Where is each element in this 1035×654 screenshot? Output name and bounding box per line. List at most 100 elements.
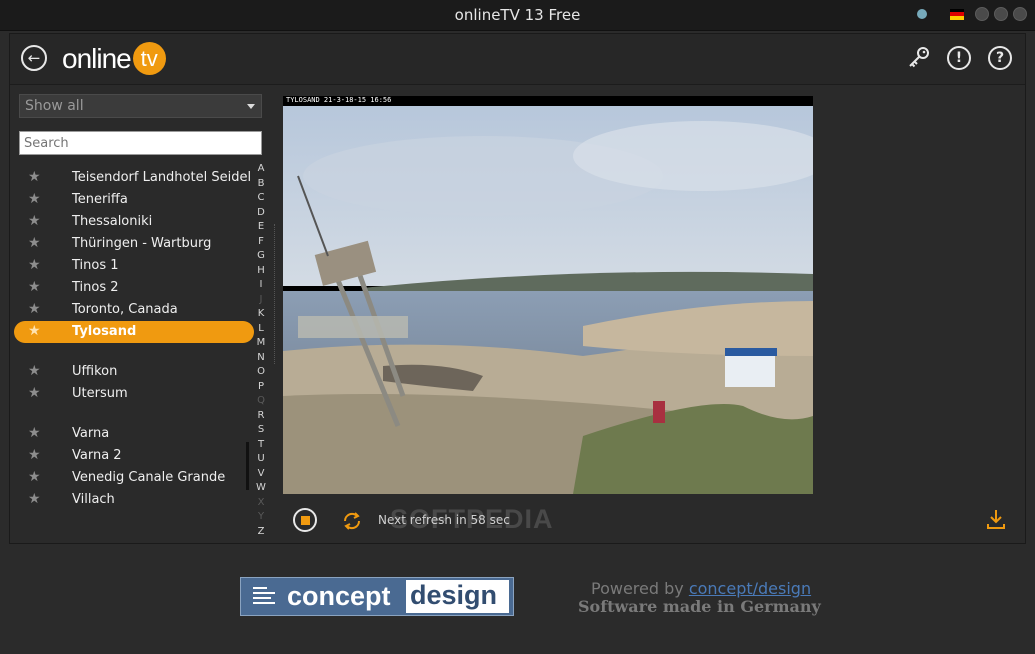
stop-button[interactable] bbox=[293, 508, 317, 532]
channel-name: Thüringen - Wartburg bbox=[72, 236, 212, 251]
help-button[interactable]: ? bbox=[988, 46, 1012, 70]
powered-prefix: Powered by bbox=[591, 579, 689, 598]
favorite-star-icon[interactable]: ★ bbox=[28, 447, 41, 463]
maximize-button[interactable] bbox=[994, 7, 1008, 21]
favorite-star-icon[interactable]: ★ bbox=[28, 363, 41, 379]
pin-icon[interactable] bbox=[917, 9, 927, 19]
alphabet-letter[interactable]: Z bbox=[255, 525, 267, 540]
favorite-star-icon[interactable]: ★ bbox=[28, 169, 41, 185]
channel-item[interactable]: ★ Thüringen - Wartburg bbox=[14, 233, 254, 255]
video-frame[interactable]: TYLOSAND 21-3-18-15 16:56 bbox=[283, 96, 813, 494]
channel-item[interactable]: ★ Tinos 2 bbox=[14, 277, 254, 299]
favorite-star-icon[interactable]: ★ bbox=[28, 213, 41, 229]
alphabet-letter[interactable]: Y bbox=[255, 510, 267, 525]
channel-name: Venedig Canale Grande bbox=[72, 470, 226, 485]
alphabet-letter[interactable]: X bbox=[255, 496, 267, 511]
german-flag-icon[interactable] bbox=[950, 8, 964, 20]
alphabet-letter[interactable]: O bbox=[255, 365, 267, 380]
alphabet-letter[interactable]: I bbox=[255, 278, 267, 293]
favorite-star-icon[interactable]: ★ bbox=[28, 425, 41, 441]
channel-item[interactable]: ★ Venedig Canale Grande bbox=[14, 467, 254, 489]
app-logo: online tv bbox=[62, 42, 166, 75]
channel-name: Utersum bbox=[72, 386, 128, 401]
filter-dropdown[interactable]: Show all bbox=[19, 94, 262, 118]
alphabet-letter[interactable]: U bbox=[255, 452, 267, 467]
arrow-left-icon: ← bbox=[27, 48, 41, 67]
favorite-star-icon[interactable]: ★ bbox=[28, 301, 41, 317]
favorite-star-icon[interactable]: ★ bbox=[28, 491, 41, 507]
minimize-button[interactable] bbox=[975, 7, 989, 21]
alphabet-letter[interactable]: G bbox=[255, 249, 267, 264]
channel-item[interactable]: ★ Villach bbox=[14, 489, 254, 511]
back-button[interactable]: ← bbox=[21, 45, 47, 71]
key-icon[interactable] bbox=[907, 45, 931, 69]
channel-name: Varna bbox=[72, 426, 110, 441]
alphabet-letter[interactable]: H bbox=[255, 264, 267, 279]
refresh-status: Next refresh in 58 sec bbox=[378, 513, 510, 527]
scrollbar-thumb[interactable] bbox=[246, 442, 249, 490]
logo-word-concept: concept bbox=[287, 581, 391, 611]
alphabet-index: ABCDEFGHIJKLMNOPQRSTUVWXYZ bbox=[255, 162, 267, 539]
channel-item[interactable]: ★ Utersum bbox=[14, 383, 254, 405]
alphabet-letter[interactable]: B bbox=[255, 177, 267, 192]
powered-by-line: Powered by concept/design bbox=[591, 579, 811, 598]
alphabet-letter[interactable]: V bbox=[255, 467, 267, 482]
alphabet-letter[interactable]: A bbox=[255, 162, 267, 177]
channel-name: Toronto, Canada bbox=[72, 302, 178, 317]
concept-design-link[interactable]: concept/design bbox=[689, 579, 811, 598]
alphabet-letter[interactable]: Q bbox=[255, 394, 267, 409]
alphabet-letter[interactable]: N bbox=[255, 351, 267, 366]
channel-item[interactable]: ★ Tinos 1 bbox=[14, 255, 254, 277]
chevron-down-icon bbox=[247, 104, 255, 109]
favorite-star-icon[interactable]: ★ bbox=[28, 469, 41, 485]
favorite-star-icon[interactable]: ★ bbox=[28, 235, 41, 251]
channel-item[interactable]: ★ Teneriffa bbox=[14, 189, 254, 211]
favorite-star-icon[interactable]: ★ bbox=[28, 323, 41, 339]
alphabet-letter[interactable]: W bbox=[255, 481, 267, 496]
channel-item[interactable]: ★ Teisendorf Landhotel Seidel bbox=[14, 167, 254, 189]
favorite-star-icon[interactable]: ★ bbox=[28, 279, 41, 295]
channel-name: Tylosand bbox=[72, 324, 137, 339]
alphabet-letter[interactable]: D bbox=[255, 206, 267, 221]
tagline: Software made in Germany bbox=[578, 597, 821, 616]
webcam-image bbox=[283, 96, 813, 494]
channel-name: Thessaloniki bbox=[72, 214, 153, 229]
channel-item[interactable]: ★ Thessaloniki bbox=[14, 211, 254, 233]
concept-design-logo[interactable]: concept design bbox=[240, 577, 514, 616]
alphabet-letter[interactable]: T bbox=[255, 438, 267, 453]
alphabet-letter[interactable]: M bbox=[255, 336, 267, 351]
favorite-star-icon[interactable]: ★ bbox=[28, 257, 41, 273]
alphabet-letter[interactable]: R bbox=[255, 409, 267, 424]
channel-name: Teisendorf Landhotel Seidel bbox=[72, 170, 252, 185]
alphabet-letter[interactable]: L bbox=[255, 322, 267, 337]
favorite-star-icon[interactable]: ★ bbox=[28, 385, 41, 401]
alphabet-letter[interactable]: K bbox=[255, 307, 267, 322]
scrollbar-track[interactable] bbox=[274, 224, 277, 364]
search-input[interactable] bbox=[19, 131, 262, 155]
info-button[interactable]: ! bbox=[947, 46, 971, 70]
filter-selected: Show all bbox=[25, 98, 84, 114]
close-button[interactable] bbox=[1013, 7, 1027, 21]
refresh-icon[interactable] bbox=[341, 510, 363, 532]
favorite-star-icon[interactable]: ★ bbox=[28, 191, 41, 207]
alphabet-letter[interactable]: C bbox=[255, 191, 267, 206]
channel-item[interactable]: ★ Uffikon bbox=[14, 361, 254, 383]
channel-name: Tinos 1 bbox=[72, 258, 119, 273]
question-icon: ? bbox=[995, 50, 1005, 66]
channel-item[interactable]: ★ Varna bbox=[14, 423, 254, 445]
channel-item[interactable]: ★ Toronto, Canada bbox=[14, 299, 254, 321]
title-bar: onlineTV 13 Free bbox=[0, 0, 1035, 31]
download-icon[interactable] bbox=[986, 508, 1006, 530]
exclamation-icon: ! bbox=[955, 50, 963, 66]
main-panel: ← online tv ! ? Show all ★ Teisendorf Lan… bbox=[9, 33, 1026, 544]
channel-item[interactable]: ★ Varna 2 bbox=[14, 445, 254, 467]
alphabet-letter[interactable]: F bbox=[255, 235, 267, 250]
channel-name: Tinos 2 bbox=[72, 280, 119, 295]
video-osd-text: TYLOSAND 21-3-18-15 16:56 bbox=[286, 96, 392, 104]
channel-item[interactable]: ★ Tylosand bbox=[14, 321, 254, 343]
alphabet-letter[interactable]: E bbox=[255, 220, 267, 235]
alphabet-letter[interactable]: J bbox=[255, 293, 267, 308]
alphabet-letter[interactable]: S bbox=[255, 423, 267, 438]
channel-name: Varna 2 bbox=[72, 448, 122, 463]
alphabet-letter[interactable]: P bbox=[255, 380, 267, 395]
